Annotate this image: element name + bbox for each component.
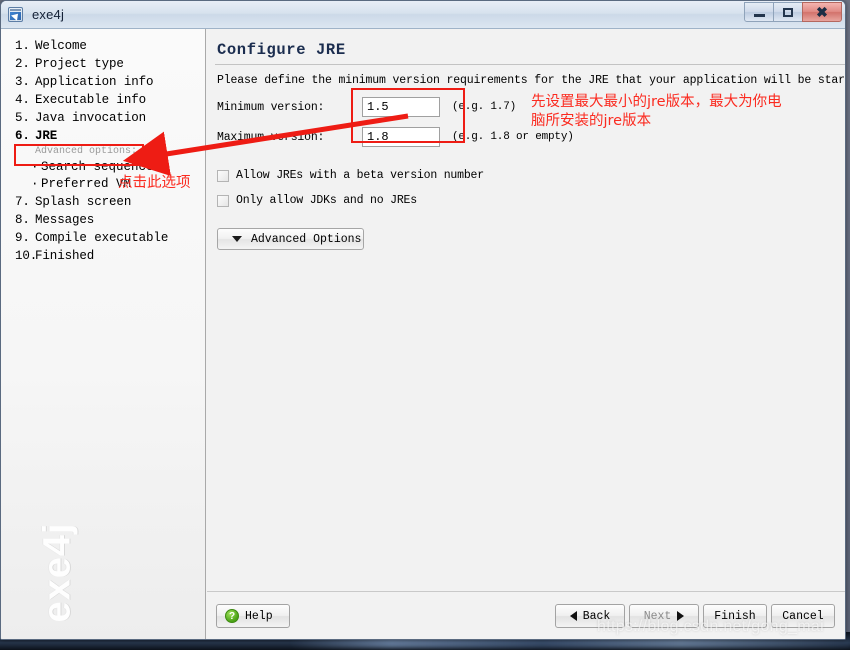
help-button[interactable]: ? Help: [216, 604, 290, 628]
step-label: Java invocation: [35, 111, 147, 125]
window-body: 1. Welcome 2. Project type 3. Application i…: [1, 29, 846, 639]
next-button-label: Next: [643, 609, 672, 623]
advanced-options-label: Advanced options:: [35, 146, 138, 157]
step-label: Finished: [35, 249, 95, 263]
window-title: exe4j: [32, 7, 65, 22]
help-icon: ?: [225, 609, 239, 623]
bullet-icon: ·: [31, 177, 39, 191]
finish-button[interactable]: Finish: [703, 604, 767, 628]
step-number: 6.: [15, 129, 30, 143]
page-title: Configure JRE: [217, 41, 346, 59]
back-button[interactable]: Back: [555, 604, 625, 628]
maximum-version-row: Maximum version: (e.g. 1.8 or empty): [215, 127, 845, 147]
title-bar: exe4j ✖: [1, 1, 845, 29]
step-number: 2.: [15, 57, 30, 71]
intro-text: Please define the minimum version requir…: [217, 74, 846, 87]
step-number: 1.: [15, 39, 30, 53]
only-jdk-checkbox[interactable]: [217, 194, 229, 207]
sidebar-item-preferred-vm[interactable]: · Preferred VM: [1, 176, 205, 193]
step-number: 3.: [15, 75, 30, 89]
only-jdk-row[interactable]: Only allow JDKs and no JREs: [215, 194, 845, 207]
wizard-steps-sidebar: 1. Welcome 2. Project type 3. Application i…: [1, 29, 206, 639]
minimum-version-input[interactable]: [362, 97, 440, 117]
wizard-footer: ? Help Back Next Finish Cancel: [207, 591, 845, 639]
step-number: 10.: [15, 249, 38, 263]
step-label: JRE: [35, 129, 58, 143]
arrow-left-icon: [569, 611, 577, 621]
substep-label: Preferred VM: [41, 177, 132, 191]
maximum-version-label: Maximum version:: [217, 130, 325, 144]
sidebar-item-finished[interactable]: 10.Finished: [1, 247, 205, 265]
sidebar-item-application-info[interactable]: 3. Application info: [1, 73, 205, 91]
substep-label: Search sequence: [41, 160, 154, 174]
arrow-right-icon: [677, 611, 685, 621]
step-label: Messages: [35, 213, 95, 227]
allow-beta-jre-row[interactable]: Allow JREs with a beta version number: [215, 169, 845, 182]
maximize-icon: [783, 7, 793, 17]
only-jdk-label: Only allow JDKs and no JREs: [236, 194, 417, 207]
exe4j-app-icon: [8, 7, 23, 22]
step-label: Splash screen: [35, 195, 132, 209]
cancel-button[interactable]: Cancel: [771, 604, 835, 628]
back-button-label: Back: [582, 609, 611, 623]
next-button[interactable]: Next: [629, 604, 699, 628]
sidebar-item-messages[interactable]: 8. Messages: [1, 211, 205, 229]
step-number: 5.: [15, 111, 30, 125]
exe4j-sidebar-watermark: exe4j: [36, 522, 79, 623]
minimum-version-label: Minimum version:: [217, 100, 325, 114]
finish-button-label: Finish: [714, 609, 756, 623]
minimum-version-hint: (e.g. 1.7): [452, 101, 517, 113]
step-number: 8.: [15, 213, 30, 227]
sidebar-item-executable-info[interactable]: 4. Executable info: [1, 91, 205, 109]
sidebar-item-jre[interactable]: 6. JRE: [1, 127, 205, 145]
desktop-background: exe4j ✖ 1. Welcome 2. Project type 3. Ap…: [0, 0, 850, 650]
maximize-button[interactable]: [773, 2, 803, 22]
maximum-version-hint: (e.g. 1.8 or empty): [452, 131, 574, 143]
sidebar-item-search-sequence[interactable]: · Search sequence: [1, 159, 205, 176]
close-icon: ✖: [816, 4, 828, 20]
sidebar-item-welcome[interactable]: 1. Welcome: [1, 37, 205, 55]
navigation-buttons: Back Next Finish Cancel: [555, 604, 835, 628]
step-label: Application info: [35, 75, 154, 89]
title-divider: [215, 64, 845, 65]
step-number: 4.: [15, 93, 30, 107]
chevron-down-icon: [232, 236, 242, 242]
sidebar-item-splash-screen[interactable]: 7. Splash screen: [1, 193, 205, 211]
bullet-icon: ·: [31, 160, 39, 174]
sidebar-item-project-type[interactable]: 2. Project type: [1, 55, 205, 73]
step-number: 9.: [15, 231, 30, 245]
step-label: Compile executable: [35, 231, 169, 245]
step-label: Executable info: [35, 93, 147, 107]
sidebar-item-compile-executable[interactable]: 9. Compile executable: [1, 229, 205, 247]
maximum-version-input[interactable]: [362, 127, 440, 147]
window-controls: ✖: [744, 2, 842, 22]
content-panel: Configure JRE Please define the minimum …: [206, 29, 846, 639]
step-label: Welcome: [35, 39, 87, 53]
allow-beta-jre-checkbox[interactable]: [217, 169, 229, 182]
close-button[interactable]: ✖: [802, 2, 842, 22]
advanced-options-button-label: Advanced Options: [251, 232, 362, 246]
allow-beta-jre-label: Allow JREs with a beta version number: [236, 169, 484, 182]
step-number: 7.: [15, 195, 30, 209]
help-button-label: Help: [245, 609, 273, 623]
sidebar-item-java-invocation[interactable]: 5. Java invocation: [1, 109, 205, 127]
minimize-button[interactable]: [744, 2, 774, 22]
exe4j-wizard-window: exe4j ✖ 1. Welcome 2. Project type 3. Ap…: [0, 0, 846, 640]
minimum-version-row: Minimum version: (e.g. 1.7): [215, 97, 845, 117]
step-label: Project type: [35, 57, 124, 71]
advanced-options-button[interactable]: Advanced Options: [217, 228, 364, 250]
cancel-button-label: Cancel: [782, 609, 824, 623]
minimize-icon: [753, 13, 765, 17]
